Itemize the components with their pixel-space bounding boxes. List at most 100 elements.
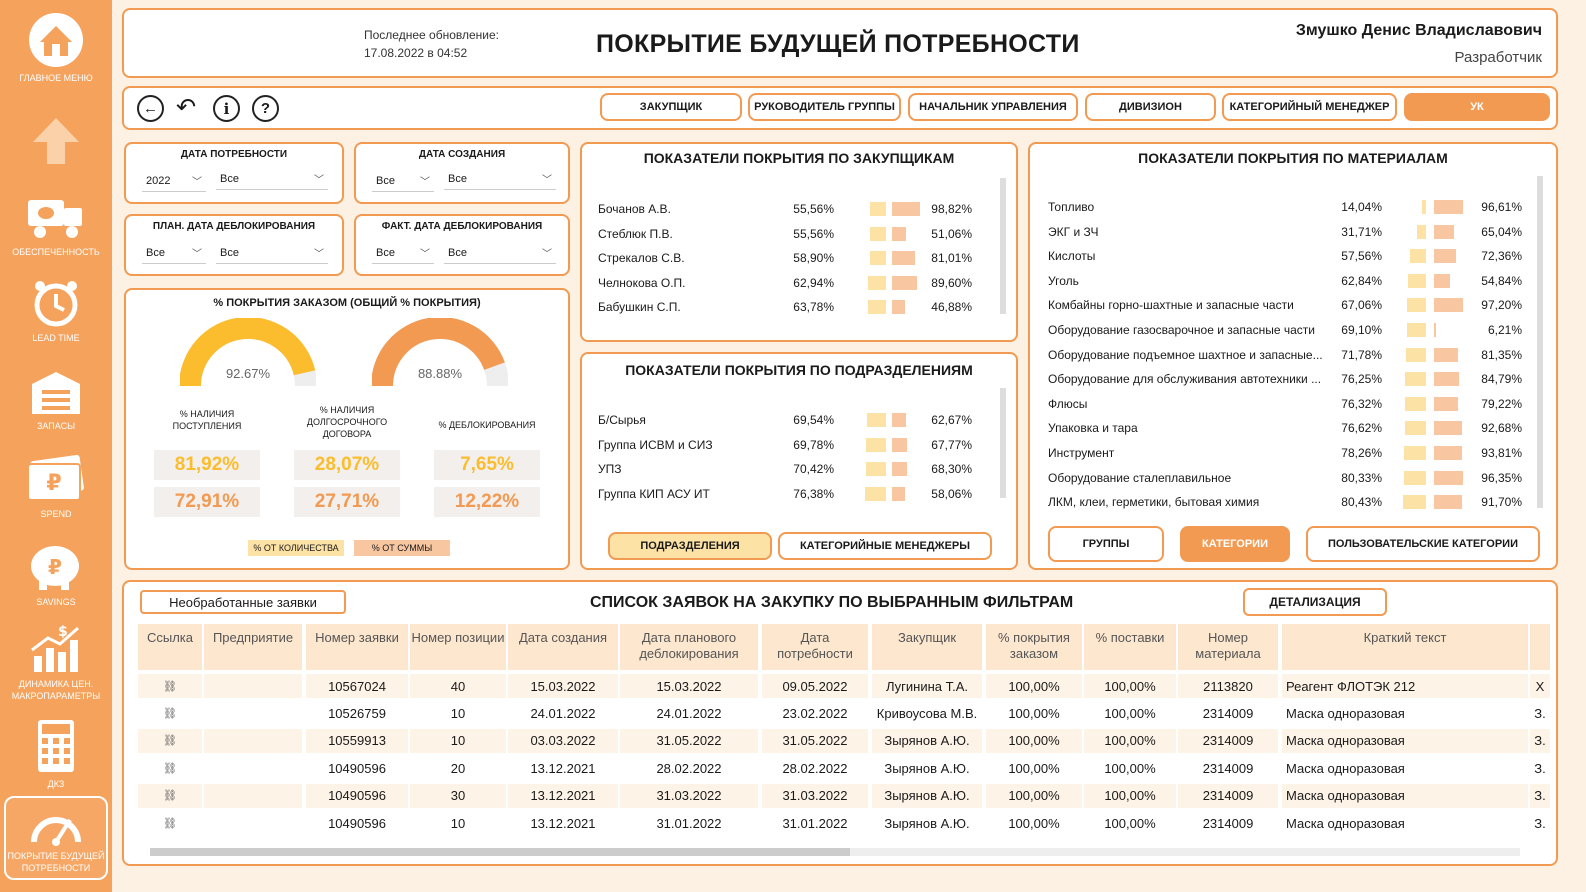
bar-sum <box>892 413 906 427</box>
row-value-b: 62,67% <box>931 413 972 427</box>
buyers-scrollbar[interactable] <box>1000 178 1006 314</box>
category-managers-button[interactable]: КАТЕГОРИЙНЫЕ МЕНЕДЖЕРЫ <box>778 532 992 560</box>
table-cell: 10559913 <box>306 728 408 753</box>
link-icon[interactable]: ⛓ <box>138 811 202 835</box>
column-header[interactable]: Номер позиции <box>410 624 506 670</box>
column-header[interactable]: Дата потребности <box>762 624 868 670</box>
user-categories-button[interactable]: ПОЛЬЗОВАТЕЛЬСКИЕ КАТЕГОРИИ <box>1306 526 1540 562</box>
table-cell: Маска одноразовая <box>1282 783 1528 808</box>
table-cell <box>204 674 302 698</box>
bar-qty <box>870 202 886 216</box>
categories-button[interactable]: КАТЕГОРИИ <box>1180 526 1290 562</box>
column-header[interactable]: % поставки <box>1084 624 1176 670</box>
nav-zapasy[interactable]: ЗАПАСЫ <box>4 352 108 436</box>
dropdown-value: 2022 <box>146 174 171 187</box>
column-header[interactable]: Номер материала <box>1178 624 1278 670</box>
warehouse-icon <box>32 372 80 414</box>
undo-icon[interactable]: ↶ <box>176 93 196 122</box>
divisions-scrollbar[interactable] <box>1000 388 1006 498</box>
last-update: Последнее обновление: 17.08.2022 в 04:52 <box>364 26 499 62</box>
update-label: Последнее обновление: <box>364 28 499 42</box>
nav-coverage[interactable]: ПОКРЫТИЕ БУДУЩЕЙ ПОТРЕБНОСТИ <box>4 796 108 880</box>
role-buyer-button[interactable]: ЗАКУПЩИК <box>600 93 742 121</box>
row-value-a: 76,62% <box>1341 421 1382 436</box>
link-icon[interactable]: ⛓ <box>138 674 202 698</box>
table-cell: 100,00% <box>986 674 1082 698</box>
column-header[interactable]: Закупщик <box>872 624 982 670</box>
role-dept-head-button[interactable]: НАЧАЛЬНИК УПРАВЛЕНИЯ <box>908 93 1078 121</box>
nav-spend[interactable]: ₽ SPEND <box>4 440 108 524</box>
table-cell: 31.03.2022 <box>620 783 758 808</box>
table-cell: 2113820 <box>1178 674 1278 698</box>
role-division-button[interactable]: ДИВИЗИОН <box>1085 93 1216 121</box>
create-year-dropdown[interactable]: Все ﹀ <box>372 170 434 192</box>
column-header <box>1530 624 1550 670</box>
table-cell: 13.12.2021 <box>508 811 618 835</box>
home-icon <box>29 13 83 67</box>
link-icon[interactable]: ⛓ <box>138 756 202 781</box>
back-icon[interactable]: ← <box>137 95 164 122</box>
role-group-lead-button[interactable]: РУКОВОДИТЕЛЬ ГРУППЫ <box>748 93 901 121</box>
groups-button[interactable]: ГРУППЫ <box>1048 526 1164 562</box>
unprocessed-button[interactable]: Необработанные заявки <box>140 590 346 614</box>
divisions-button[interactable]: ПОДРАЗДЕЛЕНИЯ <box>608 532 772 560</box>
table-cell: 23.02.2022 <box>762 701 868 726</box>
kpi-sum-contract: 27,71% <box>294 487 400 517</box>
column-header[interactable]: Дата создания <box>508 624 618 670</box>
row-value-a: 69,78% <box>793 437 834 452</box>
materials-scrollbar[interactable] <box>1537 176 1543 508</box>
detail-button[interactable]: ДЕТАЛИЗАЦИЯ <box>1243 588 1387 616</box>
user-name: Змушко Денис Владиславович <box>1295 22 1542 39</box>
column-header[interactable]: Номер заявки <box>306 624 408 670</box>
table-cell: 2314009 <box>1178 701 1278 726</box>
bar-qty <box>1404 396 1426 411</box>
plan-year-dropdown[interactable]: Все ﹀ <box>142 242 206 264</box>
bar-sum <box>1434 470 1463 485</box>
table-hscroll[interactable] <box>150 848 1520 856</box>
table-cell: 31.03.2022 <box>762 783 868 808</box>
month-dropdown[interactable]: Все ﹀ <box>216 168 328 190</box>
nav-obespechennost[interactable]: ОБЕСПЕЧЕННОСТЬ <box>4 178 108 262</box>
plan-month-dropdown[interactable]: Все ﹀ <box>216 242 328 264</box>
nav-lead-time[interactable]: LEAD TIME <box>4 264 108 348</box>
create-month-dropdown[interactable]: Все ﹀ <box>444 168 556 190</box>
nav-dkz[interactable]: ДКЗ <box>4 710 108 794</box>
kpi-label-contract: % НАЛИЧИЯ ДОЛГОСРОЧНОГО ДОГОВОРА <box>306 405 388 439</box>
link-icon[interactable]: ⛓ <box>138 728 202 753</box>
table-cell: 09.05.2022 <box>762 674 868 698</box>
role-category-manager-button[interactable]: КАТЕГОРИЙНЫЙ МЕНЕДЖЕР <box>1222 93 1397 121</box>
column-header[interactable]: % покрытия заказом <box>986 624 1082 670</box>
info-icon[interactable]: i <box>213 95 240 122</box>
link-icon[interactable]: ⛓ <box>138 701 202 726</box>
row-name: Группа КИП АСУ ИТ <box>598 486 710 501</box>
row-value-a: 76,38% <box>793 486 834 501</box>
table-cell: 100,00% <box>986 756 1082 781</box>
svg-text:₽: ₽ <box>48 555 62 579</box>
chevron-down-icon: ﹀ <box>314 175 324 186</box>
row-value-a: 70,42% <box>793 462 834 477</box>
gauge-icon <box>31 817 81 846</box>
row-value-a: 55,56% <box>793 202 834 216</box>
column-header[interactable]: Краткий текст <box>1282 624 1528 670</box>
dropdown-value: Все <box>448 246 467 259</box>
fact-month-dropdown[interactable]: Все ﹀ <box>444 242 556 264</box>
role-uk-button[interactable]: УК <box>1404 93 1550 121</box>
table-cell: 10490596 <box>306 783 408 808</box>
column-header[interactable]: Ссылка <box>138 624 202 670</box>
row-name: Оборудование газосварочное и запасные ча… <box>1048 323 1315 337</box>
nav-up[interactable] <box>4 92 108 176</box>
nav-dynamics[interactable]: $ ДИНАМИКА ЦЕН. МАКРОПАРАМЕТРЫ <box>4 616 108 706</box>
bar-sum <box>892 486 905 501</box>
bar-qty <box>866 437 886 452</box>
fact-year-dropdown[interactable]: Все ﹀ <box>372 242 434 264</box>
help-icon[interactable]: ? <box>252 95 279 122</box>
column-header[interactable]: Дата планового деблокирования <box>620 624 758 670</box>
nav-savings[interactable]: ₽ SAVINGS <box>4 528 108 612</box>
year-dropdown[interactable]: 2022 ﹀ <box>142 170 206 192</box>
column-header[interactable]: Предприятие <box>204 624 302 670</box>
update-value: 17.08.2022 в 04:52 <box>364 46 468 60</box>
row-name: Уголь <box>1048 273 1079 288</box>
row-value-b: 79,22% <box>1481 396 1522 411</box>
link-icon[interactable]: ⛓ <box>138 783 202 808</box>
nav-main-menu[interactable]: ГЛАВНОЕ МЕНЮ <box>4 4 108 88</box>
